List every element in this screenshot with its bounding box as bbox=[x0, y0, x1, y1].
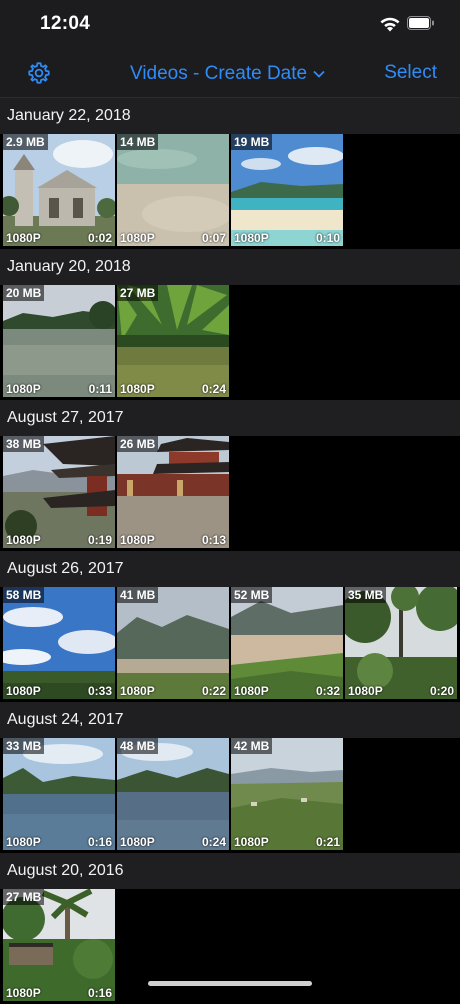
thumbnail-image bbox=[3, 285, 115, 397]
resolution-label: 1080P bbox=[120, 835, 155, 849]
thumbnail-image bbox=[231, 587, 343, 699]
file-size: 27 MB bbox=[3, 889, 45, 905]
resolution-label: 1080P bbox=[120, 684, 155, 698]
chevron-down-icon bbox=[313, 70, 325, 78]
file-size: 20 MB bbox=[3, 285, 45, 301]
duration-label: 0:16 bbox=[87, 835, 112, 849]
duration-label: 0:11 bbox=[88, 382, 112, 396]
file-size: 27 MB bbox=[117, 285, 159, 301]
video-row: 58 MB 1080P 0:33 41 MB 1080P 0:22 52 MB … bbox=[0, 587, 460, 702]
duration-label: 0:19 bbox=[87, 533, 112, 547]
video-thumbnail[interactable]: 58 MB 1080P 0:33 bbox=[3, 587, 115, 699]
thumbnail-image bbox=[231, 738, 343, 850]
thumbnail-image bbox=[3, 738, 115, 850]
video-thumbnail[interactable]: 2.9 MB 1080P 0:02 bbox=[3, 134, 115, 246]
section-header: January 22, 2018 bbox=[0, 98, 460, 134]
resolution-label: 1080P bbox=[6, 986, 41, 1000]
file-size: 26 MB bbox=[117, 436, 159, 452]
file-size: 48 MB bbox=[117, 738, 159, 754]
duration-label: 0:10 bbox=[315, 231, 340, 245]
sort-dropdown[interactable]: Videos - Create Date bbox=[130, 62, 325, 86]
file-size: 19 MB bbox=[231, 134, 273, 150]
resolution-label: 1080P bbox=[6, 835, 41, 849]
video-thumbnail[interactable]: 33 MB 1080P 0:16 bbox=[3, 738, 115, 850]
section-header: August 27, 2017 bbox=[0, 400, 460, 436]
thumbnail-image bbox=[345, 587, 457, 699]
thumbnail-image bbox=[117, 285, 229, 397]
status-time: 12:04 bbox=[40, 13, 91, 34]
duration-label: 0:24 bbox=[201, 382, 226, 396]
thumbnail-image bbox=[3, 587, 115, 699]
file-size: 38 MB bbox=[3, 436, 45, 452]
video-list[interactable]: January 22, 2018 2.9 MB 1080P 0:02 14 MB… bbox=[0, 98, 460, 1004]
duration-label: 0:33 bbox=[87, 684, 112, 698]
video-thumbnail[interactable]: 35 MB 1080P 0:20 bbox=[345, 587, 457, 699]
resolution-label: 1080P bbox=[120, 382, 155, 396]
video-thumbnail[interactable]: 26 MB 1080P 0:13 bbox=[117, 436, 229, 548]
resolution-label: 1080P bbox=[234, 684, 269, 698]
video-thumbnail[interactable]: 38 MB 1080P 0:19 bbox=[3, 436, 115, 548]
duration-label: 0:22 bbox=[201, 684, 226, 698]
thumbnail-image bbox=[3, 436, 115, 548]
resolution-label: 1080P bbox=[6, 684, 41, 698]
duration-label: 0:20 bbox=[429, 684, 454, 698]
status-bar: 12:04 bbox=[0, 0, 460, 50]
nav-title-label: Videos - Create Date bbox=[130, 63, 308, 84]
video-row: 27 MB 1080P 0:16 bbox=[0, 889, 460, 1004]
file-size: 35 MB bbox=[345, 587, 387, 603]
section-header: August 26, 2017 bbox=[0, 551, 460, 587]
video-thumbnail[interactable]: 27 MB 1080P 0:24 bbox=[117, 285, 229, 397]
resolution-label: 1080P bbox=[6, 533, 41, 547]
thumbnail-image bbox=[117, 587, 229, 699]
file-size: 52 MB bbox=[231, 587, 273, 603]
section-header: August 24, 2017 bbox=[0, 702, 460, 738]
video-thumbnail[interactable]: 14 MB 1080P 0:07 bbox=[117, 134, 229, 246]
video-thumbnail[interactable]: 41 MB 1080P 0:22 bbox=[117, 587, 229, 699]
file-size: 42 MB bbox=[231, 738, 273, 754]
resolution-label: 1080P bbox=[6, 231, 41, 245]
thumbnail-image bbox=[3, 889, 115, 1001]
video-thumbnail[interactable]: 42 MB 1080P 0:21 bbox=[231, 738, 343, 850]
thumbnail-image bbox=[117, 738, 229, 850]
duration-label: 0:07 bbox=[201, 231, 226, 245]
resolution-label: 1080P bbox=[234, 231, 269, 245]
file-size: 58 MB bbox=[3, 587, 45, 603]
nav-bar: Videos - Create Date Select bbox=[0, 50, 460, 98]
file-size: 2.9 MB bbox=[3, 134, 48, 150]
file-size: 33 MB bbox=[3, 738, 45, 754]
video-row: 38 MB 1080P 0:19 26 MB 1080P 0:13 bbox=[0, 436, 460, 551]
resolution-label: 1080P bbox=[348, 684, 383, 698]
duration-label: 0:32 bbox=[315, 684, 340, 698]
video-thumbnail[interactable]: 27 MB 1080P 0:16 bbox=[3, 889, 115, 1001]
duration-label: 0:24 bbox=[201, 835, 226, 849]
wifi-icon bbox=[380, 17, 400, 32]
gear-icon[interactable] bbox=[27, 61, 51, 85]
video-row: 2.9 MB 1080P 0:02 14 MB 1080P 0:07 19 MB… bbox=[0, 134, 460, 249]
home-indicator[interactable] bbox=[148, 981, 312, 986]
thumbnail-image bbox=[117, 134, 229, 246]
resolution-label: 1080P bbox=[234, 835, 269, 849]
resolution-label: 1080P bbox=[6, 382, 41, 396]
video-thumbnail[interactable]: 20 MB 1080P 0:11 bbox=[3, 285, 115, 397]
file-size: 14 MB bbox=[117, 134, 159, 150]
thumbnail-image bbox=[3, 134, 115, 246]
section-header: January 20, 2018 bbox=[0, 249, 460, 285]
thumbnail-image bbox=[117, 436, 229, 548]
duration-label: 0:02 bbox=[87, 231, 112, 245]
duration-label: 0:21 bbox=[315, 835, 340, 849]
file-size: 41 MB bbox=[117, 587, 159, 603]
select-button[interactable]: Select bbox=[384, 62, 437, 84]
video-row: 33 MB 1080P 0:16 48 MB 1080P 0:24 42 MB … bbox=[0, 738, 460, 853]
duration-label: 0:16 bbox=[87, 986, 112, 1000]
section-header: August 20, 2016 bbox=[0, 853, 460, 889]
battery-icon bbox=[407, 16, 434, 30]
video-thumbnail[interactable]: 19 MB 1080P 0:10 bbox=[231, 134, 343, 246]
thumbnail-image bbox=[231, 134, 343, 246]
video-row: 20 MB 1080P 0:11 27 MB 1080P 0:24 bbox=[0, 285, 460, 400]
video-thumbnail[interactable]: 52 MB 1080P 0:32 bbox=[231, 587, 343, 699]
video-thumbnail[interactable]: 48 MB 1080P 0:24 bbox=[117, 738, 229, 850]
resolution-label: 1080P bbox=[120, 231, 155, 245]
resolution-label: 1080P bbox=[120, 533, 155, 547]
duration-label: 0:13 bbox=[201, 533, 226, 547]
